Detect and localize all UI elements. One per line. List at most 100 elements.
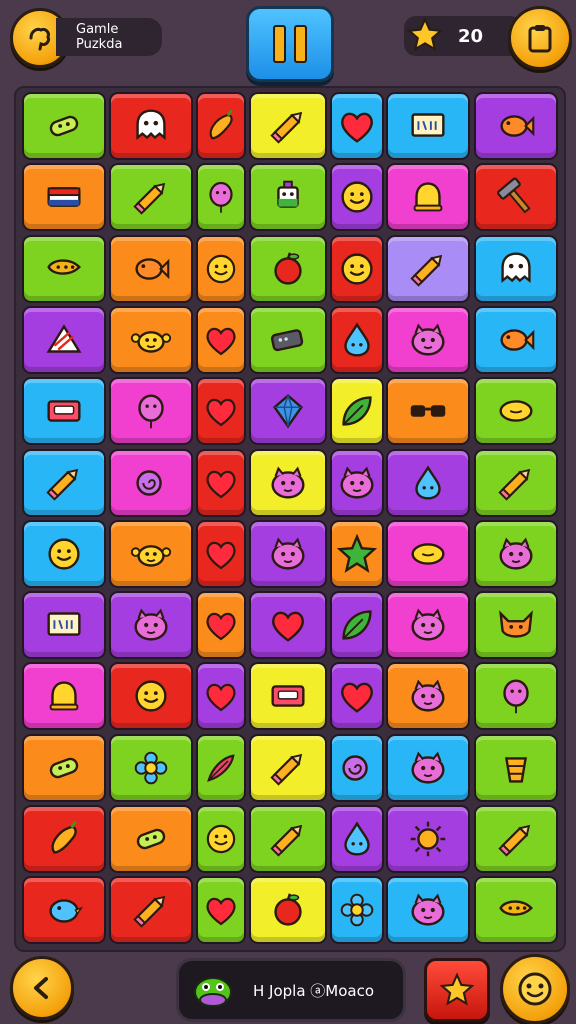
tile-r10-c2[interactable] — [109, 733, 193, 802]
tile-r5-c5[interactable] — [330, 377, 384, 446]
tile-r8-c3[interactable] — [196, 591, 246, 660]
tile-r1-c2[interactable] — [109, 92, 193, 160]
back-button[interactable] — [10, 956, 74, 1020]
tile-r12-c7[interactable] — [474, 876, 558, 945]
tile-r3-c7[interactable] — [474, 234, 558, 303]
tile-r2-c5[interactable] — [330, 163, 384, 232]
tile-r10-c3[interactable] — [196, 733, 246, 802]
tile-r10-c1[interactable] — [22, 733, 106, 802]
tile-r9-c2[interactable] — [109, 662, 193, 731]
tile-r3-c2[interactable] — [109, 234, 193, 303]
sun-icon — [410, 821, 446, 857]
tile-r9-c6[interactable] — [386, 662, 470, 731]
tile-r7-c2[interactable] — [109, 519, 193, 588]
tile-r3-c4[interactable] — [249, 234, 327, 303]
tile-r8-c4[interactable] — [249, 591, 327, 660]
tile-r8-c1[interactable] — [22, 591, 106, 660]
tile-r5-c2[interactable] — [109, 377, 193, 446]
tile-r10-c7[interactable] — [474, 733, 558, 802]
tile-r10-c6[interactable] — [386, 733, 470, 802]
tile-r2-c1[interactable] — [22, 163, 106, 232]
candy-icon — [49, 115, 79, 137]
tile-r12-c2[interactable] — [109, 876, 193, 945]
tile-r10-c5[interactable] — [330, 733, 384, 802]
tile-r4-c5[interactable] — [330, 305, 384, 374]
ruler-icon — [46, 324, 82, 353]
tile-r5-c7[interactable] — [474, 377, 558, 446]
tile-r2-c3[interactable] — [196, 163, 246, 232]
tile-r9-c1[interactable] — [22, 662, 106, 731]
tile-r5-c6[interactable] — [386, 377, 470, 446]
tile-r8-c5[interactable] — [330, 591, 384, 660]
tile-r7-c6[interactable] — [386, 519, 470, 588]
tile-r10-c4[interactable] — [249, 733, 327, 802]
tile-r6-c5[interactable] — [330, 448, 384, 517]
tile-r6-c4[interactable] — [249, 448, 327, 517]
bonus-panel[interactable]: H Jopla ⓐMoaco — [176, 958, 406, 1022]
tile-r5-c4[interactable] — [249, 377, 327, 446]
tile-r12-c5[interactable] — [330, 876, 384, 945]
tile-r1-c7[interactable] — [474, 92, 558, 160]
tile-r11-c7[interactable] — [474, 805, 558, 873]
tile-r11-c4[interactable] — [249, 805, 327, 873]
pencil-icon — [498, 824, 531, 857]
tile-r3-c5[interactable] — [330, 234, 384, 303]
game-board — [14, 86, 566, 952]
ghost-icon — [501, 252, 531, 283]
tile-r3-c1[interactable] — [22, 234, 106, 303]
tile-r6-c6[interactable] — [386, 448, 470, 517]
tile-r9-c4[interactable] — [249, 662, 327, 731]
tile-r7-c3[interactable] — [196, 519, 246, 588]
profile-button[interactable] — [500, 954, 570, 1024]
tile-r1-c1[interactable] — [22, 92, 106, 160]
star-button[interactable] — [424, 958, 490, 1022]
sign-icon — [411, 113, 445, 137]
tile-r11-c5[interactable] — [330, 805, 384, 873]
tile-r7-c1[interactable] — [22, 519, 106, 588]
tile-r4-c1[interactable] — [22, 305, 106, 374]
tile-r11-c2[interactable] — [109, 805, 193, 873]
pencil-icon — [270, 824, 303, 857]
tile-r3-c3[interactable] — [196, 234, 246, 303]
tile-r2-c7[interactable] — [474, 163, 558, 232]
tile-r5-c3[interactable] — [196, 377, 246, 446]
tile-r1-c4[interactable] — [249, 92, 327, 160]
tile-r8-c2[interactable] — [109, 591, 193, 660]
tile-r12-c3[interactable] — [196, 876, 246, 945]
clipboard-button[interactable] — [508, 6, 572, 70]
tile-r7-c7[interactable] — [474, 519, 558, 588]
tile-r2-c2[interactable] — [109, 163, 193, 232]
tile-r5-c1[interactable] — [22, 377, 106, 446]
tile-r1-c3[interactable] — [196, 92, 246, 160]
tile-r4-c4[interactable] — [249, 305, 327, 374]
tile-r4-c6[interactable] — [386, 305, 470, 374]
pause-button[interactable] — [246, 6, 334, 82]
tile-r8-c6[interactable] — [386, 591, 470, 660]
tile-r6-c2[interactable] — [109, 448, 193, 517]
tile-r12-c1[interactable] — [22, 876, 106, 945]
tile-r11-c6[interactable] — [386, 805, 470, 873]
tile-r12-c6[interactable] — [386, 876, 470, 945]
tile-r12-c4[interactable] — [249, 876, 327, 945]
tile-r7-c5[interactable] — [330, 519, 384, 588]
tile-r2-c4[interactable] — [249, 163, 327, 232]
tile-r2-c6[interactable] — [386, 163, 470, 232]
tile-r11-c1[interactable] — [22, 805, 106, 873]
tile-r9-c7[interactable] — [474, 662, 558, 731]
tile-r6-c3[interactable] — [196, 448, 246, 517]
tile-r6-c7[interactable] — [474, 448, 558, 517]
tile-r9-c3[interactable] — [196, 662, 246, 731]
tile-r3-c6[interactable] — [386, 234, 470, 303]
tile-r4-c2[interactable] — [109, 305, 193, 374]
monster-icon — [411, 608, 445, 641]
tile-r1-c5[interactable] — [330, 92, 384, 160]
tile-r6-c1[interactable] — [22, 448, 106, 517]
tile-r11-c3[interactable] — [196, 805, 246, 873]
tile-r7-c4[interactable] — [249, 519, 327, 588]
tile-r8-c7[interactable] — [474, 591, 558, 660]
tile-r1-c6[interactable] — [386, 92, 470, 160]
bottom-bar: H Jopla ⓐMoaco — [0, 950, 576, 1024]
tile-r9-c5[interactable] — [330, 662, 384, 731]
tile-r4-c7[interactable] — [474, 305, 558, 374]
tile-r4-c3[interactable] — [196, 305, 246, 374]
